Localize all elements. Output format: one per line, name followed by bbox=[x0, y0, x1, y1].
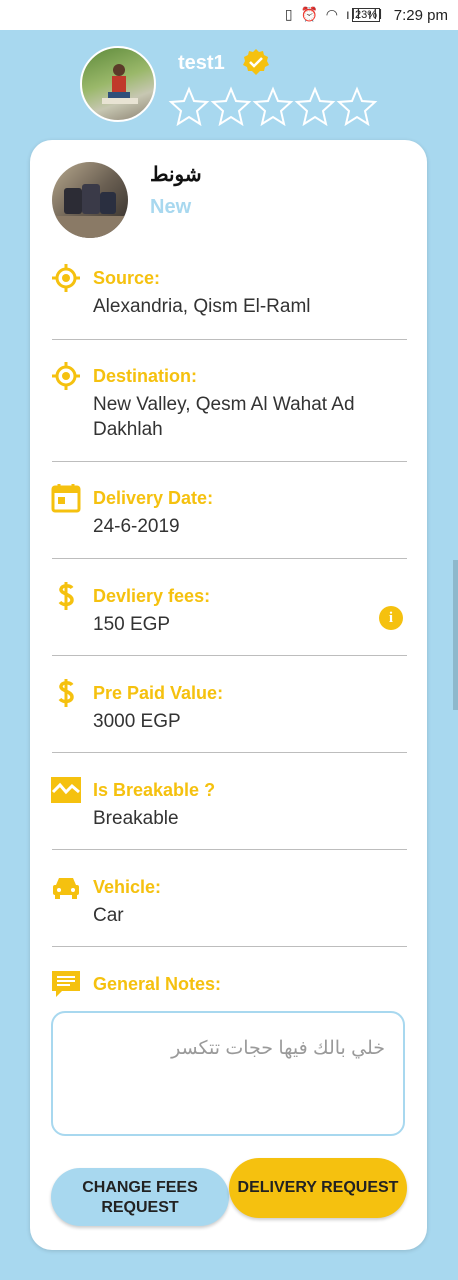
breakable-value: Breakable bbox=[93, 808, 179, 829]
vehicle-value: Car bbox=[93, 905, 124, 926]
star-icon[interactable] bbox=[210, 86, 252, 126]
divider bbox=[52, 558, 407, 559]
delivery-request-button[interactable]: DELIVERY REQUEST bbox=[229, 1158, 407, 1218]
info-icon[interactable]: i bbox=[379, 606, 403, 630]
delivery-date-label: Delivery Date: bbox=[93, 488, 214, 508]
verified-badge-icon bbox=[243, 49, 269, 75]
order-details-card: شونط New Source: Alexandria, Qism El-Ram… bbox=[30, 140, 427, 1250]
status-time: 7:29 pm bbox=[393, 7, 448, 24]
calendar-icon bbox=[51, 484, 81, 513]
item-photo[interactable] bbox=[52, 162, 128, 238]
status-bar: ▯ ⏰ ◠ ıll ıll 7:29 pm 23% bbox=[0, 0, 458, 30]
divider bbox=[52, 339, 407, 340]
star-icon[interactable] bbox=[168, 86, 210, 126]
dollar-icon bbox=[58, 582, 74, 610]
profile-name: test1 bbox=[178, 52, 225, 74]
target-icon bbox=[52, 264, 80, 292]
star-icon[interactable] bbox=[294, 86, 336, 126]
profile-avatar[interactable] bbox=[80, 46, 156, 122]
breakable-label: Is Breakable ? bbox=[93, 780, 216, 800]
item-title: شونط bbox=[150, 164, 202, 186]
divider bbox=[52, 946, 407, 947]
delivery-fees-label: Devliery fees: bbox=[93, 586, 211, 606]
car-icon bbox=[53, 878, 79, 899]
divider bbox=[52, 655, 407, 656]
star-icon[interactable] bbox=[336, 86, 378, 126]
source-value: Alexandria, Qism El-Raml bbox=[93, 296, 311, 317]
comment-icon bbox=[52, 971, 80, 997]
delivery-fees-value: 150 EGP bbox=[93, 614, 171, 635]
general-notes-field[interactable]: خلي بالك فيها حجات تتكسر bbox=[51, 1011, 405, 1136]
scrollbar[interactable] bbox=[453, 560, 458, 710]
broken-box-icon bbox=[51, 777, 81, 803]
star-icon[interactable] bbox=[252, 86, 294, 126]
divider bbox=[52, 461, 407, 462]
destination-value: New Valley, Qesm Al Wahat Ad Dakhlah bbox=[93, 394, 355, 440]
source-label: Source: bbox=[93, 268, 161, 288]
notes-label: General Notes: bbox=[93, 974, 222, 994]
delivery-date-value: 24-6-2019 bbox=[93, 516, 180, 537]
dollar-icon bbox=[58, 679, 74, 707]
change-fees-request-button[interactable]: CHANGE FEES REQUEST bbox=[51, 1168, 229, 1226]
prepaid-value: 3000 EGP bbox=[93, 711, 181, 732]
rating-stars[interactable] bbox=[168, 86, 378, 126]
divider bbox=[52, 752, 407, 753]
divider bbox=[52, 849, 407, 850]
battery-indicator: 23% bbox=[351, 8, 380, 22]
destination-label: Destination: bbox=[93, 366, 198, 386]
target-icon bbox=[52, 362, 80, 390]
prepaid-label: Pre Paid Value: bbox=[93, 683, 224, 703]
vehicle-label: Vehicle: bbox=[93, 877, 162, 897]
item-status: New bbox=[150, 196, 192, 218]
